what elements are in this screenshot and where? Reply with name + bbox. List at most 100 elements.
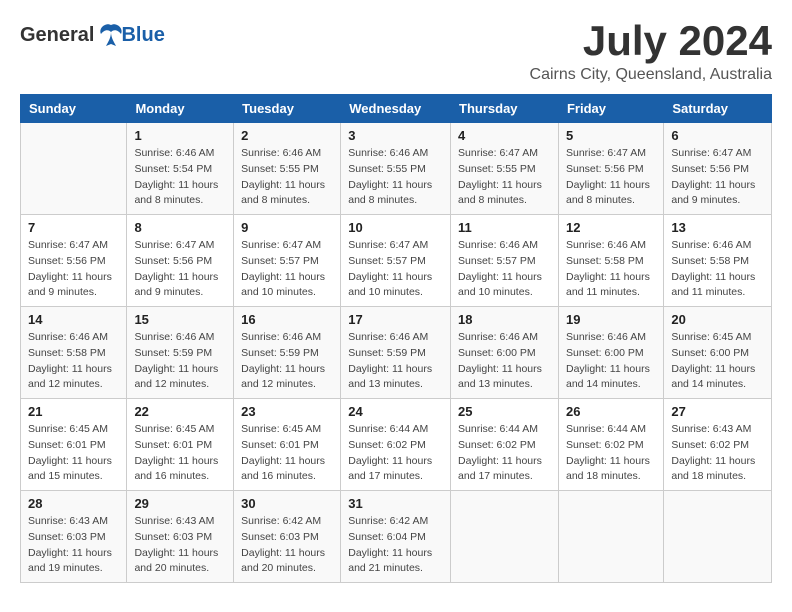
title-block: July 2024 Cairns City, Queensland, Austr… — [530, 20, 772, 84]
day-info: Sunrise: 6:46 AMSunset: 6:00 PMDaylight:… — [458, 330, 551, 393]
day-number: 13 — [671, 220, 764, 235]
calendar-week-row: 14 Sunrise: 6:46 AMSunset: 5:58 PMDayligh… — [21, 307, 772, 399]
day-info: Sunrise: 6:45 AMSunset: 6:01 PMDaylight:… — [28, 422, 119, 485]
calendar-cell: 14 Sunrise: 6:46 AMSunset: 5:58 PMDayligh… — [21, 307, 127, 399]
day-number: 11 — [458, 220, 551, 235]
day-number: 1 — [134, 128, 226, 143]
logo-general: General — [20, 24, 94, 47]
day-info: Sunrise: 6:46 AMSunset: 5:59 PMDaylight:… — [348, 330, 443, 393]
location-title: Cairns City, Queensland, Australia — [530, 66, 772, 84]
calendar-cell: 31 Sunrise: 6:42 AMSunset: 6:04 PMDayligh… — [341, 491, 451, 583]
calendar-cell: 10 Sunrise: 6:47 AMSunset: 5:57 PMDayligh… — [341, 215, 451, 307]
calendar-cell: 2Sunrise: 6:46 AMSunset: 5:55 PMDaylight… — [234, 123, 341, 215]
calendar-week-row: 28 Sunrise: 6:43 AMSunset: 6:03 PMDayligh… — [21, 491, 772, 583]
calendar-cell: 1 Sunrise: 6:46 AMSunset: 5:54 PMDaylight… — [127, 123, 234, 215]
calendar-cell: 7 Sunrise: 6:47 AMSunset: 5:56 PMDaylight… — [21, 215, 127, 307]
day-number: 14 — [28, 312, 119, 327]
day-number: 18 — [458, 312, 551, 327]
weekday-header-thursday: Thursday — [451, 95, 559, 123]
day-info: Sunrise: 6:47 AMSunset: 5:56 PMDaylight:… — [28, 238, 119, 301]
day-info: Sunrise: 6:46 AMSunset: 5:55 PMDaylight:… — [241, 146, 333, 209]
calendar-week-row: 1 Sunrise: 6:46 AMSunset: 5:54 PMDaylight… — [21, 123, 772, 215]
day-number: 27 — [671, 404, 764, 419]
calendar-cell: 18 Sunrise: 6:46 AMSunset: 6:00 PMDayligh… — [451, 307, 559, 399]
month-title: July 2024 — [530, 20, 772, 62]
calendar-cell: 5 Sunrise: 6:47 AMSunset: 5:56 PMDaylight… — [558, 123, 663, 215]
day-info: Sunrise: 6:43 AMSunset: 6:02 PMDaylight:… — [671, 422, 764, 485]
day-number: 6 — [671, 128, 764, 143]
calendar-cell: 28 Sunrise: 6:43 AMSunset: 6:03 PMDayligh… — [21, 491, 127, 583]
weekday-header-row: SundayMondayTuesdayWednesdayThursdayFrid… — [21, 95, 772, 123]
day-info: Sunrise: 6:44 AMSunset: 6:02 PMDaylight:… — [458, 422, 551, 485]
day-number: 21 — [28, 404, 119, 419]
day-number: 22 — [134, 404, 226, 419]
calendar-cell: 29Sunrise: 6:43 AMSunset: 6:03 PMDayligh… — [127, 491, 234, 583]
day-number: 10 — [348, 220, 443, 235]
day-info: Sunrise: 6:46 AMSunset: 5:58 PMDaylight:… — [28, 330, 119, 393]
day-info: Sunrise: 6:44 AMSunset: 6:02 PMDaylight:… — [566, 422, 656, 485]
day-number: 17 — [348, 312, 443, 327]
calendar-cell: 26 Sunrise: 6:44 AMSunset: 6:02 PMDayligh… — [558, 399, 663, 491]
day-info: Sunrise: 6:42 AMSunset: 6:04 PMDaylight:… — [348, 514, 443, 577]
page-header: General Blue July 2024 Cairns City, Quee… — [20, 20, 772, 84]
day-info: Sunrise: 6:47 AMSunset: 5:55 PMDaylight:… — [458, 146, 551, 209]
day-info: Sunrise: 6:47 AMSunset: 5:57 PMDaylight:… — [348, 238, 443, 301]
calendar-cell: 3 Sunrise: 6:46 AMSunset: 5:55 PMDaylight… — [341, 123, 451, 215]
calendar-cell: 12Sunrise: 6:46 AMSunset: 5:58 PMDayligh… — [558, 215, 663, 307]
calendar-cell: 21 Sunrise: 6:45 AMSunset: 6:01 PMDayligh… — [21, 399, 127, 491]
day-number: 4 — [458, 128, 551, 143]
calendar-cell: 11Sunrise: 6:46 AMSunset: 5:57 PMDayligh… — [451, 215, 559, 307]
weekday-header-sunday: Sunday — [21, 95, 127, 123]
day-info: Sunrise: 6:47 AMSunset: 5:56 PMDaylight:… — [134, 238, 226, 301]
calendar-cell — [21, 123, 127, 215]
calendar-week-row: 21 Sunrise: 6:45 AMSunset: 6:01 PMDayligh… — [21, 399, 772, 491]
day-info: Sunrise: 6:45 AMSunset: 6:01 PMDaylight:… — [134, 422, 226, 485]
weekday-header-wednesday: Wednesday — [341, 95, 451, 123]
calendar-cell: 8 Sunrise: 6:47 AMSunset: 5:56 PMDaylight… — [127, 215, 234, 307]
day-number: 7 — [28, 220, 119, 235]
day-info: Sunrise: 6:44 AMSunset: 6:02 PMDaylight:… — [348, 422, 443, 485]
day-info: Sunrise: 6:46 AMSunset: 5:55 PMDaylight:… — [348, 146, 443, 209]
calendar-cell: 22 Sunrise: 6:45 AMSunset: 6:01 PMDayligh… — [127, 399, 234, 491]
day-info: Sunrise: 6:47 AMSunset: 5:56 PMDaylight:… — [671, 146, 764, 209]
weekday-header-friday: Friday — [558, 95, 663, 123]
day-number: 25 — [458, 404, 551, 419]
day-number: 30 — [241, 496, 333, 511]
day-info: Sunrise: 6:43 AMSunset: 6:03 PMDaylight:… — [28, 514, 119, 577]
calendar-cell: 20Sunrise: 6:45 AMSunset: 6:00 PMDayligh… — [664, 307, 772, 399]
day-number: 9 — [241, 220, 333, 235]
day-number: 5 — [566, 128, 656, 143]
day-number: 24 — [348, 404, 443, 419]
day-info: Sunrise: 6:47 AMSunset: 5:57 PMDaylight:… — [241, 238, 333, 301]
calendar-cell — [451, 491, 559, 583]
day-number: 12 — [566, 220, 656, 235]
weekday-header-monday: Monday — [127, 95, 234, 123]
day-number: 26 — [566, 404, 656, 419]
calendar-cell: 24 Sunrise: 6:44 AMSunset: 6:02 PMDayligh… — [341, 399, 451, 491]
day-info: Sunrise: 6:46 AMSunset: 6:00 PMDaylight:… — [566, 330, 656, 393]
calendar-cell: 25 Sunrise: 6:44 AMSunset: 6:02 PMDayligh… — [451, 399, 559, 491]
day-number: 16 — [241, 312, 333, 327]
day-number: 8 — [134, 220, 226, 235]
logo-blue: Blue — [121, 24, 164, 47]
calendar-cell: 17 Sunrise: 6:46 AMSunset: 5:59 PMDayligh… — [341, 307, 451, 399]
day-number: 3 — [348, 128, 443, 143]
day-info: Sunrise: 6:46 AMSunset: 5:54 PMDaylight:… — [134, 146, 226, 209]
calendar-week-row: 7 Sunrise: 6:47 AMSunset: 5:56 PMDaylight… — [21, 215, 772, 307]
day-number: 28 — [28, 496, 119, 511]
calendar-cell: 30 Sunrise: 6:42 AMSunset: 6:03 PMDayligh… — [234, 491, 341, 583]
calendar-cell: 23Sunrise: 6:45 AMSunset: 6:01 PMDayligh… — [234, 399, 341, 491]
day-number: 31 — [348, 496, 443, 511]
calendar-cell: 4 Sunrise: 6:47 AMSunset: 5:55 PMDaylight… — [451, 123, 559, 215]
day-number: 29 — [134, 496, 226, 511]
day-info: Sunrise: 6:42 AMSunset: 6:03 PMDaylight:… — [241, 514, 333, 577]
calendar-table: SundayMondayTuesdayWednesdayThursdayFrid… — [20, 94, 772, 583]
day-info: Sunrise: 6:46 AMSunset: 5:59 PMDaylight:… — [241, 330, 333, 393]
day-info: Sunrise: 6:47 AMSunset: 5:56 PMDaylight:… — [566, 146, 656, 209]
logo: General Blue — [20, 20, 165, 50]
day-number: 19 — [566, 312, 656, 327]
calendar-cell — [558, 491, 663, 583]
calendar-cell — [664, 491, 772, 583]
day-info: Sunrise: 6:46 AMSunset: 5:59 PMDaylight:… — [134, 330, 226, 393]
weekday-header-tuesday: Tuesday — [234, 95, 341, 123]
